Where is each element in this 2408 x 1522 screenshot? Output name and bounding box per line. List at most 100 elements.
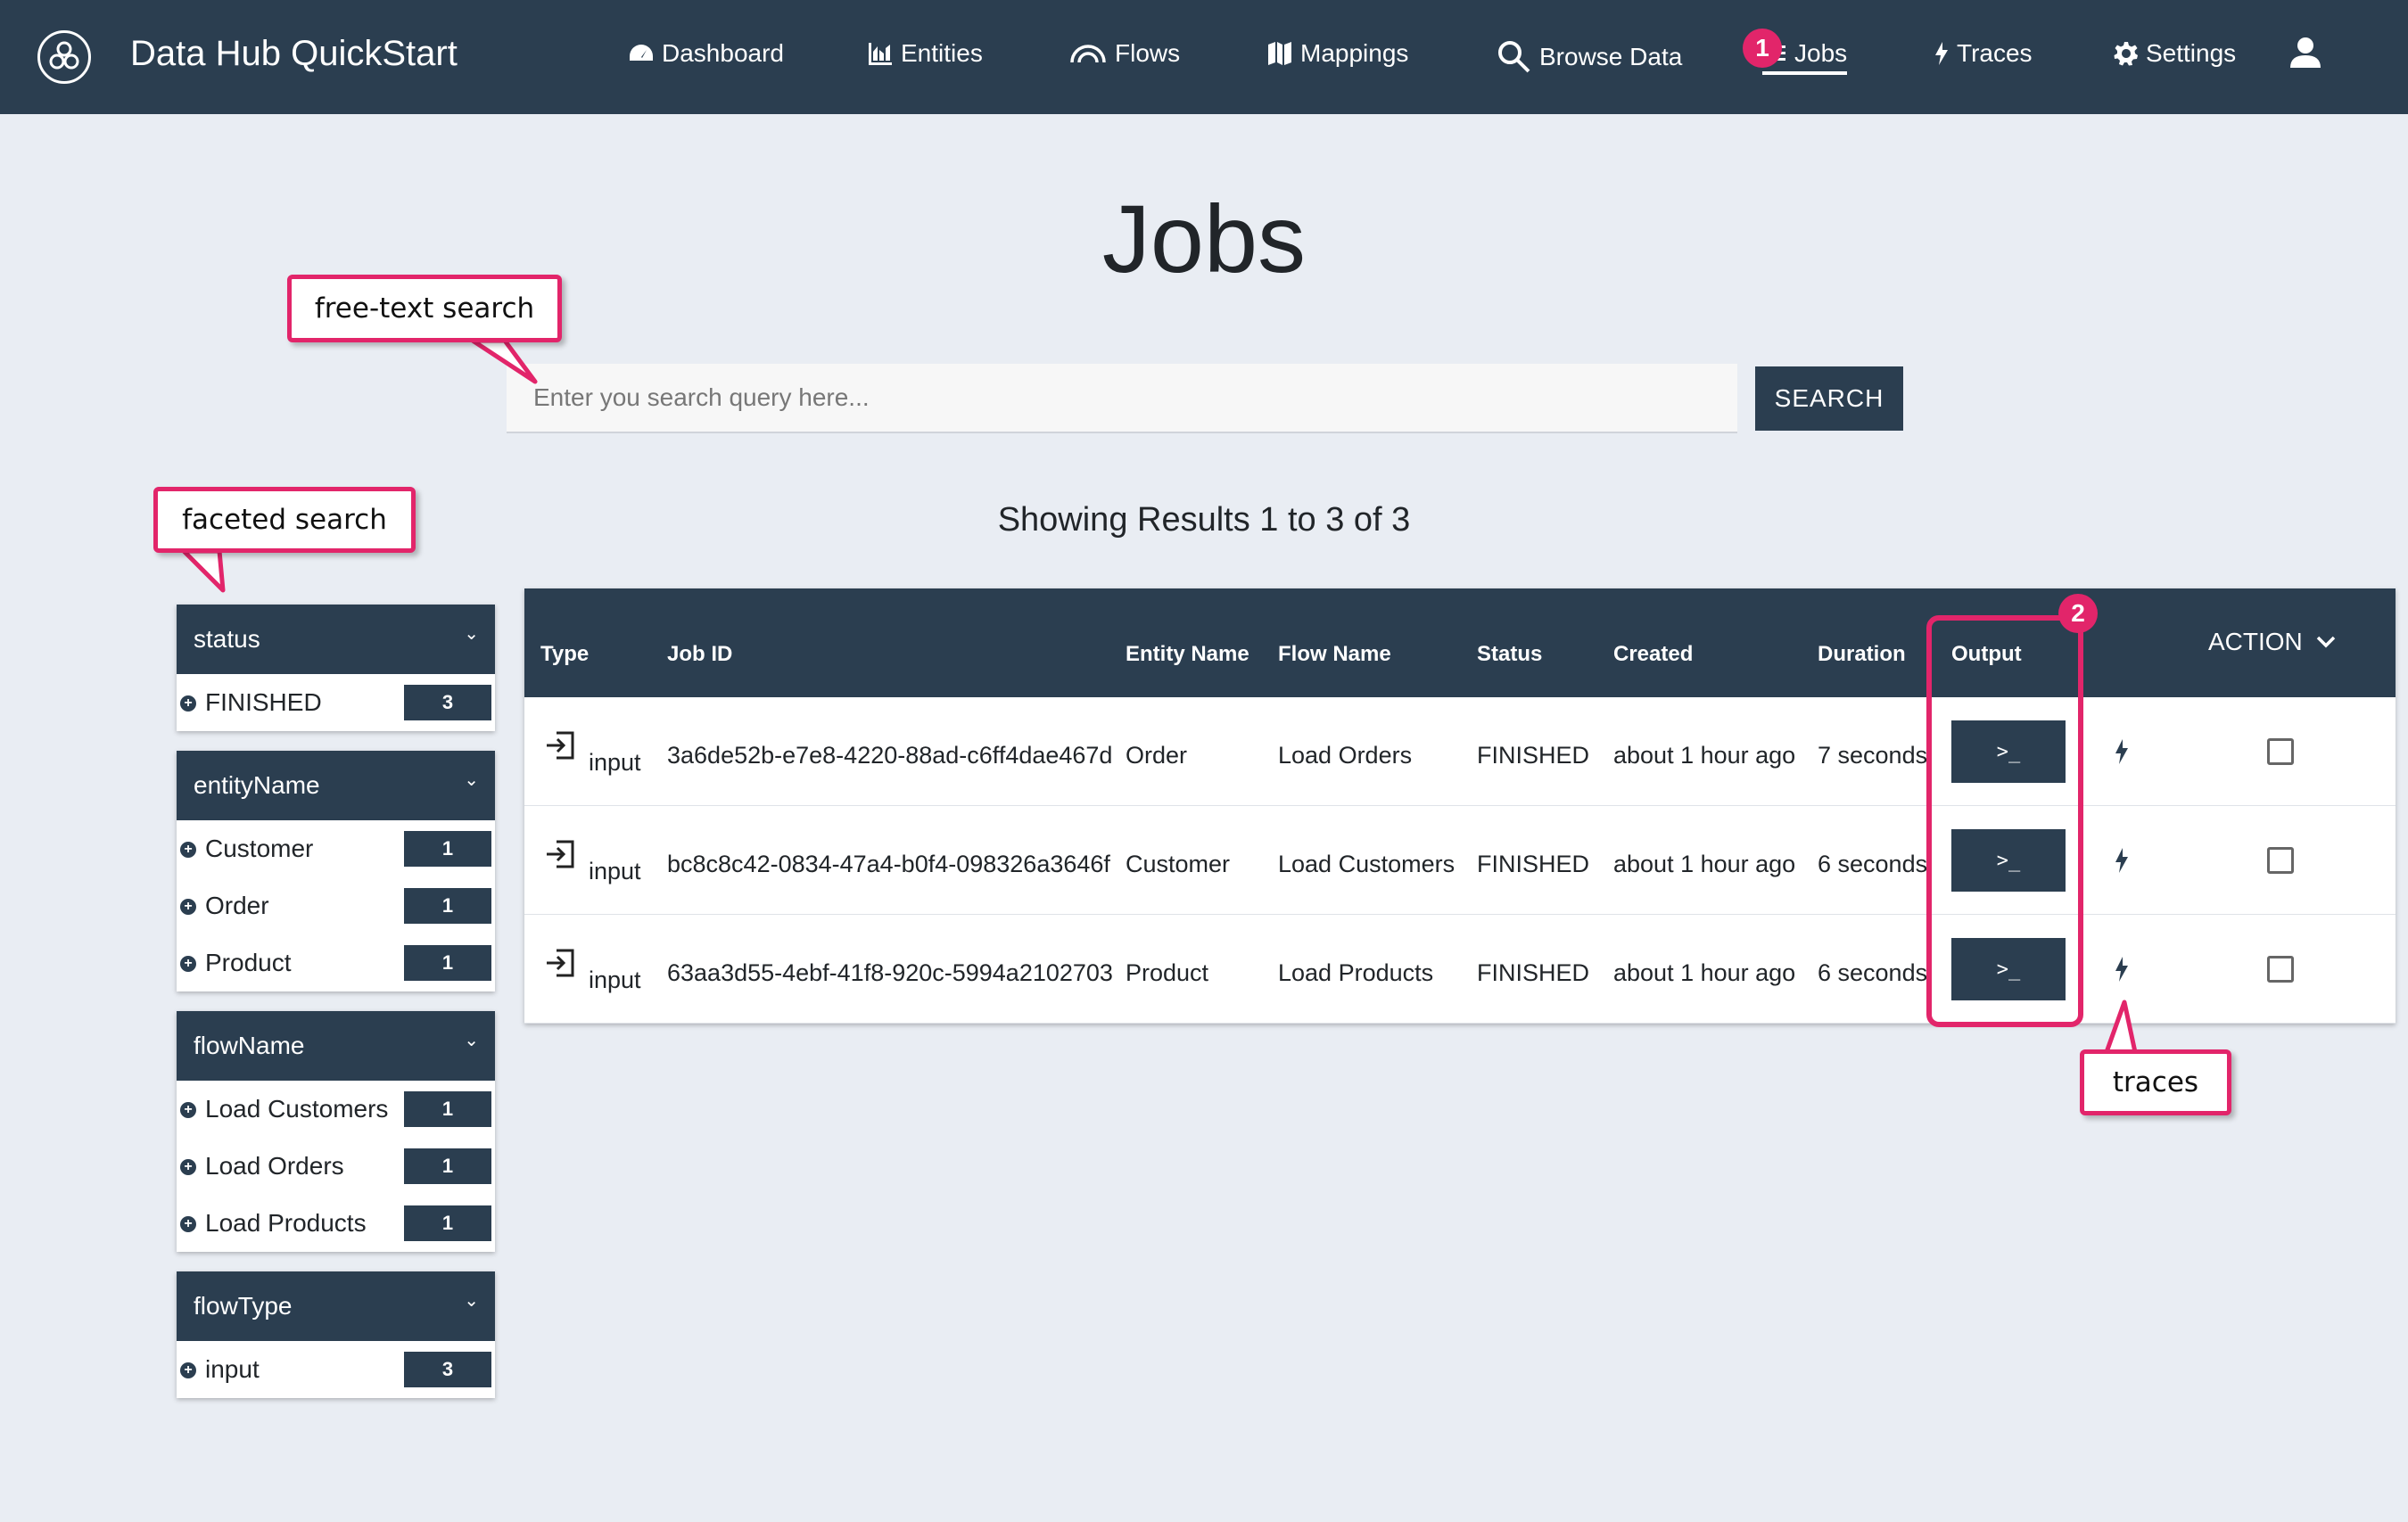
- cell-duration: 6 seconds: [1818, 851, 1928, 877]
- chart-icon: [869, 43, 892, 65]
- column-header-output[interactable]: Output: [1951, 642, 2022, 667]
- facet-header[interactable]: flowName ⌄: [177, 1011, 495, 1081]
- facet-item[interactable]: + input 3: [177, 1341, 495, 1398]
- facet-count-badge: 1: [404, 1205, 491, 1241]
- cell-job-id[interactable]: 63aa3d55-4ebf-41f8-920c-5994a2102703: [667, 959, 1113, 987]
- cell-status: FINISHED: [1477, 851, 1590, 877]
- column-header-created[interactable]: Created: [1613, 642, 1693, 667]
- cell-flow-name: Load Orders: [1278, 742, 1413, 769]
- facet-status: status ⌄ + FINISHED 3: [177, 605, 495, 731]
- nav-browse-data[interactable]: Browse Data: [1497, 39, 1682, 75]
- chevron-down-icon[interactable]: ⌄: [464, 1029, 479, 1051]
- app-title[interactable]: Data Hub QuickStart: [130, 34, 458, 74]
- nav-flows[interactable]: Flows: [1068, 39, 1180, 68]
- search-input[interactable]: [507, 364, 1737, 433]
- facet-flow-name: flowName ⌄ + Load Customers 1 + Load Orders 1…: [177, 1011, 495, 1252]
- nav-mappings[interactable]: Mappings: [1266, 39, 1408, 68]
- plus-circle-icon[interactable]: +: [180, 1102, 196, 1118]
- nav-mappings-label: Mappings: [1300, 39, 1409, 67]
- cell-job-id[interactable]: 3a6de52b-e7e8-4220-88ad-c6ff4dae467d: [667, 742, 1112, 769]
- table-header: Type Job ID Entity Name Flow Name Status…: [524, 588, 2396, 697]
- cell-entity-name: Order: [1126, 742, 1188, 769]
- facet-header[interactable]: flowType ⌄: [177, 1271, 495, 1341]
- facet-item[interactable]: + Product 1: [177, 934, 495, 991]
- cell-entity-name: Product: [1126, 959, 1209, 986]
- cell-type: input: [589, 858, 641, 884]
- plus-circle-icon[interactable]: +: [180, 956, 196, 972]
- facet-header[interactable]: entityName ⌄: [177, 751, 495, 820]
- bolt-icon[interactable]: [2114, 956, 2130, 983]
- column-header-type[interactable]: Type: [540, 642, 589, 667]
- cell-entity-name: Customer: [1126, 851, 1231, 877]
- plus-circle-icon[interactable]: +: [180, 695, 196, 712]
- cell-duration: 6 seconds: [1818, 959, 1928, 986]
- logo-icon[interactable]: [37, 30, 91, 84]
- table-row: input 3a6de52b-e7e8-4220-88ad-c6ff4dae46…: [524, 697, 2396, 806]
- facet-item-label: Order: [205, 892, 269, 919]
- map-icon: [1268, 42, 1291, 65]
- cell-duration: 7 seconds: [1818, 742, 1928, 769]
- plus-circle-icon[interactable]: +: [180, 899, 196, 915]
- annotation-badge-2: 2: [2058, 594, 2098, 633]
- output-button[interactable]: >_: [1951, 720, 2066, 783]
- table-row: input 63aa3d55-4ebf-41f8-920c-5994a21027…: [524, 915, 2396, 1024]
- plus-circle-icon[interactable]: +: [180, 1159, 196, 1175]
- plus-circle-icon[interactable]: +: [180, 1216, 196, 1232]
- gear-icon: [2114, 42, 2138, 66]
- column-header-job-id[interactable]: Job ID: [667, 642, 732, 667]
- facet-item[interactable]: + Order 1: [177, 877, 495, 934]
- cell-flow-name: Load Products: [1278, 959, 1434, 986]
- callout-traces: traces: [2080, 1049, 2231, 1115]
- facet-count-badge: 1: [404, 1148, 491, 1184]
- column-header-entity-name[interactable]: Entity Name: [1126, 642, 1249, 667]
- facet-item[interactable]: + FINISHED 3: [177, 674, 495, 731]
- chevron-down-icon[interactable]: ⌄: [464, 769, 479, 791]
- action-dropdown[interactable]: ACTION: [2208, 628, 2337, 656]
- dashboard-icon: [630, 45, 653, 61]
- facet-item[interactable]: + Load Orders 1: [177, 1138, 495, 1195]
- cell-status: FINISHED: [1477, 742, 1590, 769]
- facet-item[interactable]: + Load Products 1: [177, 1195, 495, 1252]
- row-checkbox[interactable]: [2267, 956, 2294, 983]
- column-header-duration[interactable]: Duration: [1818, 642, 1906, 667]
- nav-dashboard[interactable]: Dashboard: [628, 39, 784, 68]
- plus-circle-icon[interactable]: +: [180, 1362, 196, 1378]
- sign-in-icon: [547, 840, 574, 868]
- nav-entities[interactable]: Entities: [867, 39, 983, 68]
- nav-settings-label: Settings: [2146, 39, 2237, 67]
- row-checkbox[interactable]: [2267, 847, 2294, 874]
- action-dropdown-label: ACTION: [2208, 628, 2303, 655]
- bolt-icon[interactable]: [2114, 847, 2130, 874]
- callout-faceted-search: faceted search: [153, 487, 416, 553]
- facet-title: flowName: [194, 1032, 305, 1059]
- plus-circle-icon[interactable]: +: [180, 842, 196, 858]
- user-icon[interactable]: [2288, 36, 2322, 74]
- output-button[interactable]: >_: [1951, 829, 2066, 892]
- cell-type: input: [589, 749, 641, 776]
- column-header-flow-name[interactable]: Flow Name: [1278, 642, 1391, 667]
- chevron-down-icon[interactable]: ⌄: [464, 622, 479, 645]
- search-button[interactable]: SEARCH: [1755, 366, 1903, 431]
- chevron-down-icon[interactable]: ⌄: [464, 1289, 479, 1312]
- output-button[interactable]: >_: [1951, 938, 2066, 1000]
- nav-settings[interactable]: Settings: [2114, 39, 2236, 68]
- facet-title: status: [194, 625, 260, 653]
- sign-in-icon: [547, 949, 574, 977]
- bolt-icon[interactable]: [2114, 738, 2130, 765]
- facet-header[interactable]: status ⌄: [177, 605, 495, 674]
- facet-count-badge: 1: [404, 945, 491, 981]
- sign-in-icon: [547, 731, 574, 760]
- nav-traces[interactable]: Traces: [1934, 39, 2033, 68]
- facet-item[interactable]: + Customer 1: [177, 820, 495, 877]
- row-checkbox[interactable]: [2267, 738, 2294, 765]
- flows-icon: [1070, 45, 1106, 63]
- facet-title: entityName: [194, 771, 320, 799]
- facet-item-label: Load Orders: [205, 1152, 344, 1180]
- nav-dashboard-label: Dashboard: [662, 39, 784, 67]
- cell-job-id[interactable]: bc8c8c42-0834-47a4-b0f4-098326a3646f: [667, 851, 1110, 878]
- jobs-table: Type Job ID Entity Name Flow Name Status…: [524, 588, 2396, 1024]
- facet-item[interactable]: + Load Customers 1: [177, 1081, 495, 1138]
- facet-count-badge: 3: [404, 1352, 491, 1387]
- column-header-status[interactable]: Status: [1477, 642, 1542, 667]
- facet-count-badge: 3: [404, 685, 491, 720]
